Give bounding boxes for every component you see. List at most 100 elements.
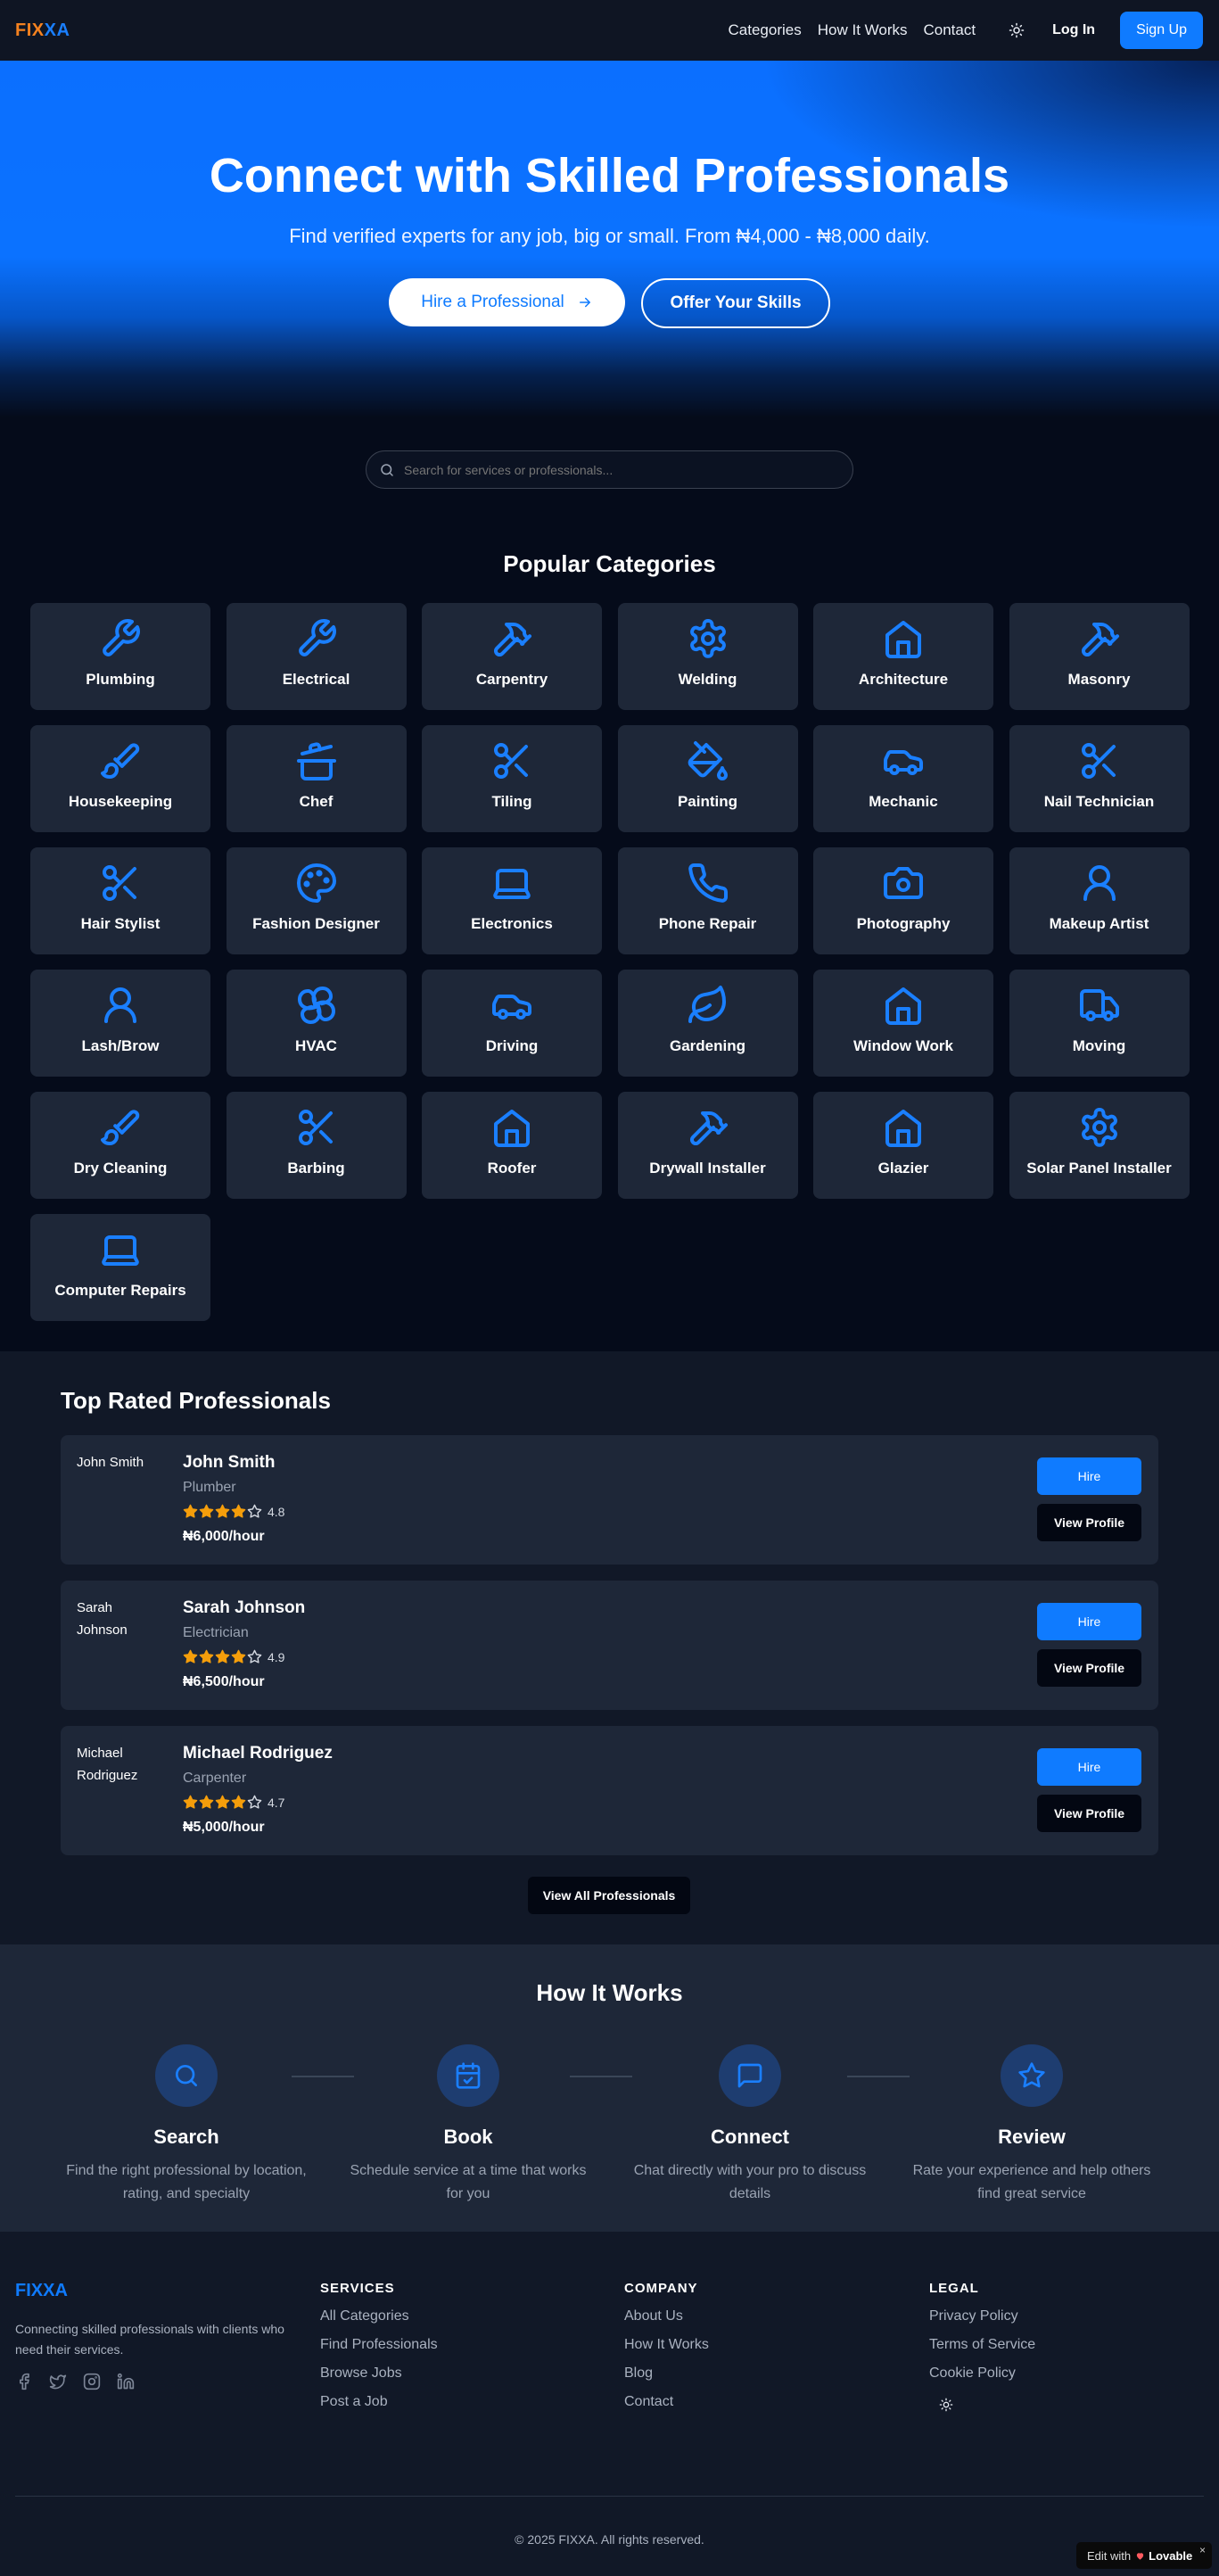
category-label: Barbing (287, 1160, 345, 1177)
fan-icon (297, 987, 335, 1024)
category-card[interactable]: Moving (1009, 970, 1190, 1077)
footer-link[interactable]: Post a Job (320, 2394, 438, 2410)
leaf-icon (688, 986, 726, 1023)
twitter-icon[interactable] (49, 2373, 67, 2390)
step-description: Schedule service at a time that works fo… (350, 2163, 587, 2201)
category-card[interactable]: Architecture (813, 603, 993, 710)
step-book: Book Schedule service at a time that wor… (343, 2044, 593, 2206)
category-card[interactable]: Window Work (813, 970, 993, 1077)
category-card[interactable]: Computer Repairs (30, 1214, 210, 1321)
category-card[interactable]: Electrical (226, 603, 407, 710)
category-label: Chef (299, 793, 334, 810)
footer-legal: LEGAL Privacy Policy Terms of Service Co… (929, 2281, 1035, 2416)
star-filled-icon (183, 1795, 198, 1809)
instagram-icon[interactable] (83, 2373, 101, 2390)
avatar: Michael Rodriguez (77, 1746, 138, 1783)
category-card[interactable]: Makeup Artist (1009, 847, 1190, 954)
offer-skills-button[interactable]: Offer Your Skills (641, 278, 830, 328)
search-input[interactable] (404, 462, 832, 477)
category-card[interactable]: Phone Repair (617, 847, 798, 954)
logo[interactable]: FIXXA (15, 21, 70, 41)
laptop-icon (493, 869, 531, 899)
rating-value: 4.9 (268, 1649, 285, 1664)
footer-link[interactable]: Privacy Policy (929, 2308, 1035, 2324)
category-card[interactable]: Glazier (813, 1092, 993, 1199)
footer-logo[interactable]: FIXXA (15, 2281, 68, 2301)
sun-icon[interactable] (939, 2398, 953, 2412)
category-card[interactable]: Welding (617, 603, 798, 710)
footer-link[interactable]: How It Works (624, 2337, 709, 2353)
category-card[interactable]: Painting (617, 725, 798, 832)
category-card[interactable]: Barbing (226, 1092, 407, 1199)
scissors-icon (103, 865, 136, 901)
hero-section: Connect with Skilled Professionals Find … (0, 61, 1219, 417)
category-card[interactable]: Electronics (422, 847, 602, 954)
rating: 4.9 (183, 1649, 284, 1664)
hire-button[interactable]: Hire (1037, 1603, 1141, 1640)
footer-column-heading: LEGAL (929, 2281, 979, 2296)
category-card[interactable]: Fashion Designer (226, 847, 407, 954)
category-card[interactable]: Roofer (422, 1092, 602, 1199)
nav-link-how-it-works[interactable]: How It Works (818, 21, 908, 39)
professional-trade: Electrician (183, 1625, 249, 1640)
footer-link[interactable]: About Us (624, 2308, 709, 2324)
signup-button[interactable]: Sign Up (1120, 12, 1203, 49)
nav-link-categories[interactable]: Categories (729, 21, 802, 39)
category-card[interactable]: Chef (226, 725, 407, 832)
category-card[interactable]: Tiling (422, 725, 602, 832)
view-all-professionals-button[interactable]: View All Professionals (528, 1877, 690, 1914)
professional-trade: Carpenter (183, 1771, 247, 1786)
category-card[interactable]: HVAC (226, 970, 407, 1077)
footer-link[interactable]: Cookie Policy (929, 2365, 1035, 2382)
theme-toggle-button[interactable] (1004, 18, 1029, 43)
hire-button[interactable]: Hire (1037, 1457, 1141, 1495)
category-card[interactable]: Solar Panel Installer (1009, 1092, 1190, 1199)
rating-value: 4.8 (268, 1504, 285, 1519)
footer-link[interactable]: Find Professionals (320, 2337, 438, 2353)
category-card[interactable]: Masonry (1009, 603, 1190, 710)
footer-link[interactable]: Terms of Service (929, 2337, 1035, 2353)
category-card[interactable]: Driving (422, 970, 602, 1077)
nav-links: Categories How It Works Contact Log In S… (729, 0, 1219, 61)
category-card[interactable]: Lash/Brow (30, 970, 210, 1077)
category-label: Tiling (491, 793, 532, 810)
category-card[interactable]: Housekeeping (30, 725, 210, 832)
footer-link[interactable]: Browse Jobs (320, 2365, 438, 2382)
wrench-icon (298, 619, 336, 656)
category-card[interactable]: Photography (813, 847, 993, 954)
footer-description: Connecting skilled professionals with cl… (15, 2322, 284, 2357)
category-label: Solar Panel Installer (1026, 1160, 1172, 1177)
user-icon (104, 987, 136, 1023)
category-card[interactable]: Mechanic (813, 725, 993, 832)
star-filled-icon (231, 1795, 246, 1809)
login-button[interactable]: Log In (1052, 22, 1095, 38)
hire-button[interactable]: Hire (1037, 1748, 1141, 1786)
category-card[interactable]: Hair Stylist (30, 847, 210, 954)
view-profile-button[interactable]: View Profile (1037, 1795, 1141, 1832)
category-card[interactable]: Plumbing (30, 603, 210, 710)
category-card[interactable]: Drywall Installer (617, 1092, 798, 1199)
category-card[interactable]: Nail Technician (1009, 725, 1190, 832)
view-profile-button[interactable]: View Profile (1037, 1649, 1141, 1687)
professional-card: Michael Rodriguez Michael Rodriguez Carpen… (61, 1726, 1158, 1855)
star-filled-icon (183, 1504, 198, 1518)
category-card[interactable]: Carpentry (422, 603, 602, 710)
hero-title: Connect with Skilled Professionals (209, 149, 1010, 202)
category-card[interactable]: Gardening (617, 970, 798, 1077)
category-label: Hair Stylist (80, 915, 161, 932)
category-card[interactable]: Dry Cleaning (30, 1092, 210, 1199)
star-filled-icon (231, 1504, 246, 1518)
linkedin-icon[interactable] (117, 2373, 135, 2390)
hero-buttons: Hire a Professional Offer Your Skills (0, 278, 1219, 328)
close-icon[interactable]: × (1199, 2544, 1206, 2556)
hire-professional-button[interactable]: Hire a Professional (389, 278, 625, 326)
scissors-icon (1081, 743, 1116, 779)
footer-link[interactable]: All Categories (320, 2308, 438, 2324)
lovable-badge[interactable]: Edit with Lovable × (1076, 2542, 1212, 2569)
footer-link[interactable]: Blog (624, 2365, 709, 2382)
nav-link-contact[interactable]: Contact (924, 21, 976, 39)
footer-link[interactable]: Contact (624, 2394, 709, 2410)
view-profile-button[interactable]: View Profile (1037, 1504, 1141, 1541)
facebook-icon[interactable] (15, 2373, 33, 2390)
category-label: Plumbing (86, 671, 155, 688)
